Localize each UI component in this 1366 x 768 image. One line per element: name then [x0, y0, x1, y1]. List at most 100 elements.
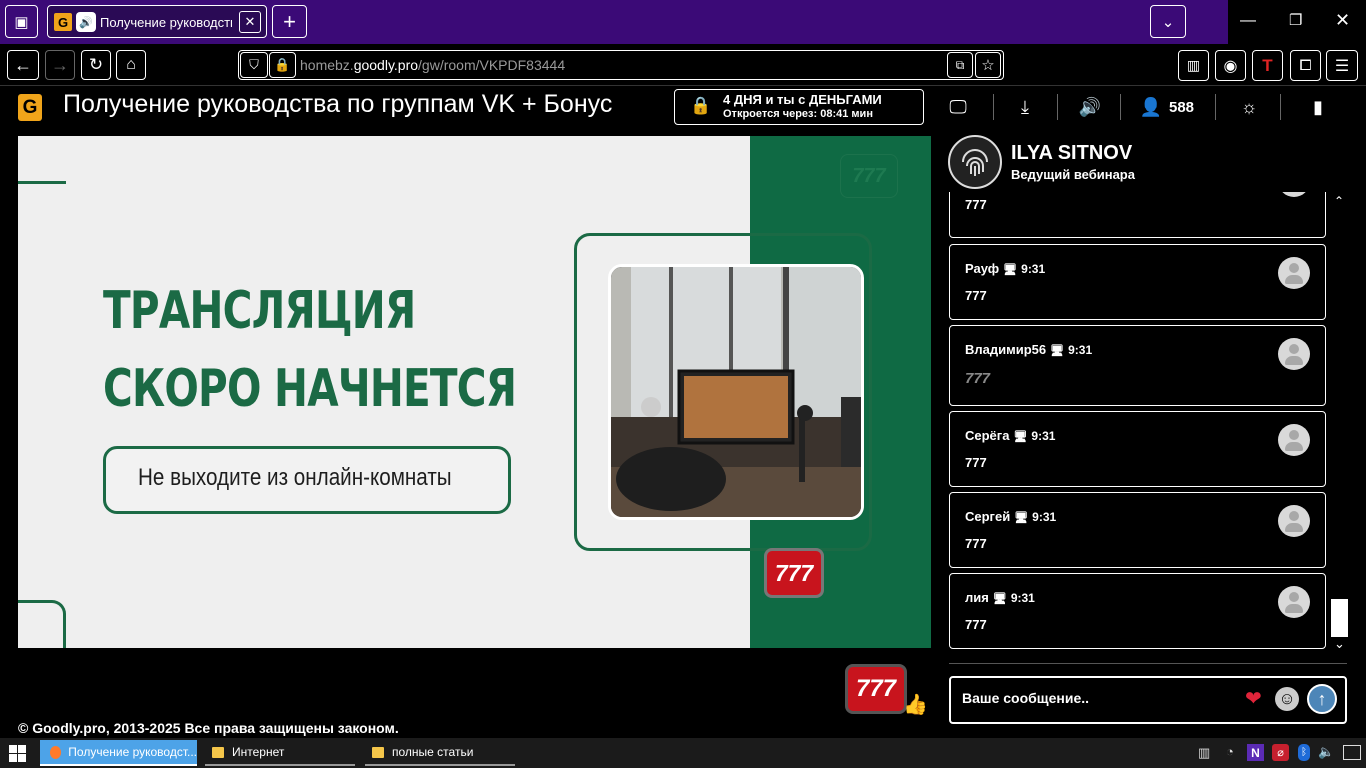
- message-author: лия 🖥 9:31: [965, 590, 1035, 605]
- monitor-icon: 🖥: [1014, 512, 1029, 524]
- speaker-icon[interactable]: 🔈: [1318, 744, 1334, 760]
- monitor-icon: 🖥: [1050, 345, 1065, 357]
- url-text[interactable]: homebz.goodly.pro/gw/room/VKPDF83444: [300, 57, 565, 73]
- emoji-icon[interactable]: ☺: [1275, 687, 1299, 711]
- divider: [1057, 94, 1058, 120]
- extension-t-icon[interactable]: T: [1252, 50, 1283, 81]
- minimize-icon[interactable]: —: [1240, 12, 1256, 30]
- room-title: Получение руководства по группам VK + Бо…: [63, 90, 613, 118]
- frame-corner: [18, 136, 66, 184]
- notification-icon[interactable]: [1343, 745, 1361, 760]
- tray-n-icon[interactable]: N: [1247, 744, 1264, 761]
- tab-list-chevron-icon[interactable]: ⌄: [1150, 5, 1186, 38]
- taskbar-item-firefox[interactable]: Получение руководст...: [40, 740, 197, 766]
- forward-arrow-icon[interactable]: →: [45, 50, 75, 80]
- chat-message: Сергей 🖥 9:31 777: [949, 492, 1326, 568]
- chat-scrollbar-thumb[interactable]: [1331, 599, 1348, 637]
- message-text: 777: [965, 455, 987, 470]
- message-text: 777: [965, 197, 987, 212]
- user-avatar-icon: [1278, 424, 1310, 456]
- chat-message: лия 🖥 9:31 777: [949, 573, 1326, 649]
- menu-hamburger-icon[interactable]: ☰: [1326, 50, 1358, 81]
- video-player[interactable]: ТРАНСЛЯЦИЯ СКОРО НАЧНЕТСЯ Не выходите из …: [18, 136, 931, 648]
- lock-icon: 🔒: [690, 96, 712, 115]
- bookmark-star-icon[interactable]: ☆: [975, 52, 1001, 78]
- frame-corner: [18, 600, 66, 648]
- divider: [949, 663, 1347, 664]
- host-role: Ведущий вебинара: [1011, 167, 1135, 182]
- close-window-icon[interactable]: ✕: [1335, 10, 1350, 31]
- taskbar-item-label: Получение руководст...: [68, 745, 197, 759]
- notice-pill-text: Не выходите из онлайн-комнаты: [138, 464, 452, 491]
- new-tab-button[interactable]: +: [272, 5, 307, 38]
- active-tab[interactable]: G 🔊 Получение руководства ✕: [47, 5, 267, 38]
- windows-start-icon[interactable]: [9, 745, 26, 762]
- heart-icon[interactable]: ❤: [1245, 686, 1262, 711]
- message-sticker: 777: [965, 370, 991, 387]
- theme-toggle-icon[interactable]: ☼: [1237, 95, 1261, 119]
- folder-icon: [372, 746, 384, 758]
- chat-message: 777: [949, 192, 1326, 238]
- back-arrow-icon[interactable]: ←: [7, 50, 39, 80]
- faded-777-sticker: 777: [840, 154, 898, 198]
- taskbar-item-label: Интернет: [232, 745, 285, 759]
- bluetooth-icon[interactable]: ᛒ: [1298, 744, 1310, 761]
- tab-close-icon[interactable]: ✕: [239, 11, 261, 33]
- user-avatar-icon: [1278, 257, 1310, 289]
- shield-icon[interactable]: ⛉: [240, 52, 268, 78]
- tray-red-app-icon[interactable]: ⌀: [1272, 744, 1289, 761]
- divider: [993, 94, 994, 120]
- screen-icon[interactable]: 🖵: [945, 95, 971, 119]
- restore-icon[interactable]: ❐: [1289, 11, 1302, 29]
- tab-audio-icon[interactable]: 🔊: [76, 12, 96, 32]
- monitor-icon: 🖥: [992, 593, 1007, 605]
- tab-title: Получение руководства: [100, 15, 232, 30]
- reload-icon[interactable]: ↻: [81, 50, 111, 80]
- wifi-icon[interactable]: ◔: [1226, 744, 1234, 759]
- reaction-777-sticker: 777: [845, 664, 907, 714]
- monitor-icon: 🖥: [1013, 431, 1028, 443]
- download-icon[interactable]: ⤓: [1013, 94, 1037, 120]
- viewers-user-icon: 👤: [1139, 96, 1163, 117]
- chat-message: Рауф 🖥 9:31 777: [949, 244, 1326, 320]
- home-icon[interactable]: ⌂: [116, 50, 146, 80]
- desk-photo: [608, 264, 864, 520]
- message-author: Владимир56 🖥 9:31: [965, 342, 1093, 357]
- taskbar-item-internet[interactable]: Интернет: [205, 740, 355, 766]
- host-name: ILYA SITNOV: [1011, 142, 1133, 164]
- user-avatar-icon: [1278, 192, 1310, 197]
- account-icon[interactable]: ◉: [1215, 50, 1246, 81]
- pip-icon[interactable]: ⧉: [947, 52, 973, 78]
- thumbs-up-icon: 👍: [903, 694, 928, 716]
- copyright-footer: © Goodly.pro, 2013-2025 Все права защище…: [18, 720, 399, 736]
- message-author: Рауф 🖥 9:31: [965, 261, 1046, 276]
- folder-icon: [212, 746, 224, 758]
- volume-icon[interactable]: 🔊: [1077, 95, 1103, 119]
- host-avatar[interactable]: [948, 135, 1002, 189]
- send-arrow-icon[interactable]: ↑: [1307, 684, 1337, 714]
- divider: [1120, 94, 1121, 120]
- tab-groups-icon[interactable]: ▣: [5, 5, 38, 38]
- tray-app-icon[interactable]: ▥: [1198, 745, 1210, 761]
- stream-starting-title: ТРАНСЛЯЦИЯ СКОРО НАЧНЕТСЯ: [103, 281, 517, 419]
- goodly-logo-icon[interactable]: G: [18, 94, 42, 121]
- message-author: Серёга 🖥 9:31: [965, 428, 1056, 443]
- taskbar-item-articles[interactable]: полные статьи: [365, 740, 515, 766]
- firefox-icon: [50, 745, 62, 759]
- taskbar-item-label: полные статьи: [392, 745, 474, 759]
- scroll-down-icon[interactable]: ⌄: [1334, 636, 1345, 652]
- chat-message: Владимир56 🖥 9:31 777: [949, 325, 1326, 406]
- lock-icon[interactable]: 🔒: [269, 52, 296, 78]
- scroll-up-icon[interactable]: ⌃: [1334, 194, 1344, 208]
- goodly-favicon-icon: G: [54, 13, 72, 31]
- extensions-puzzle-icon[interactable]: ⧠: [1290, 50, 1321, 81]
- divider: [1215, 94, 1216, 120]
- exit-door-icon[interactable]: ▮: [1306, 95, 1330, 119]
- viewers-count: 588: [1169, 99, 1195, 116]
- promo-title: 4 ДНЯ и ты с ДЕНЬГАМИ: [723, 92, 882, 107]
- sidebar-icon[interactable]: ▥: [1178, 50, 1209, 81]
- message-input-placeholder[interactable]: Ваше сообщение..: [962, 690, 1089, 706]
- divider: [1280, 94, 1281, 120]
- promo-countdown: Откроется через: 08:41 мин: [723, 108, 873, 120]
- 777-sticker: 777: [764, 548, 824, 598]
